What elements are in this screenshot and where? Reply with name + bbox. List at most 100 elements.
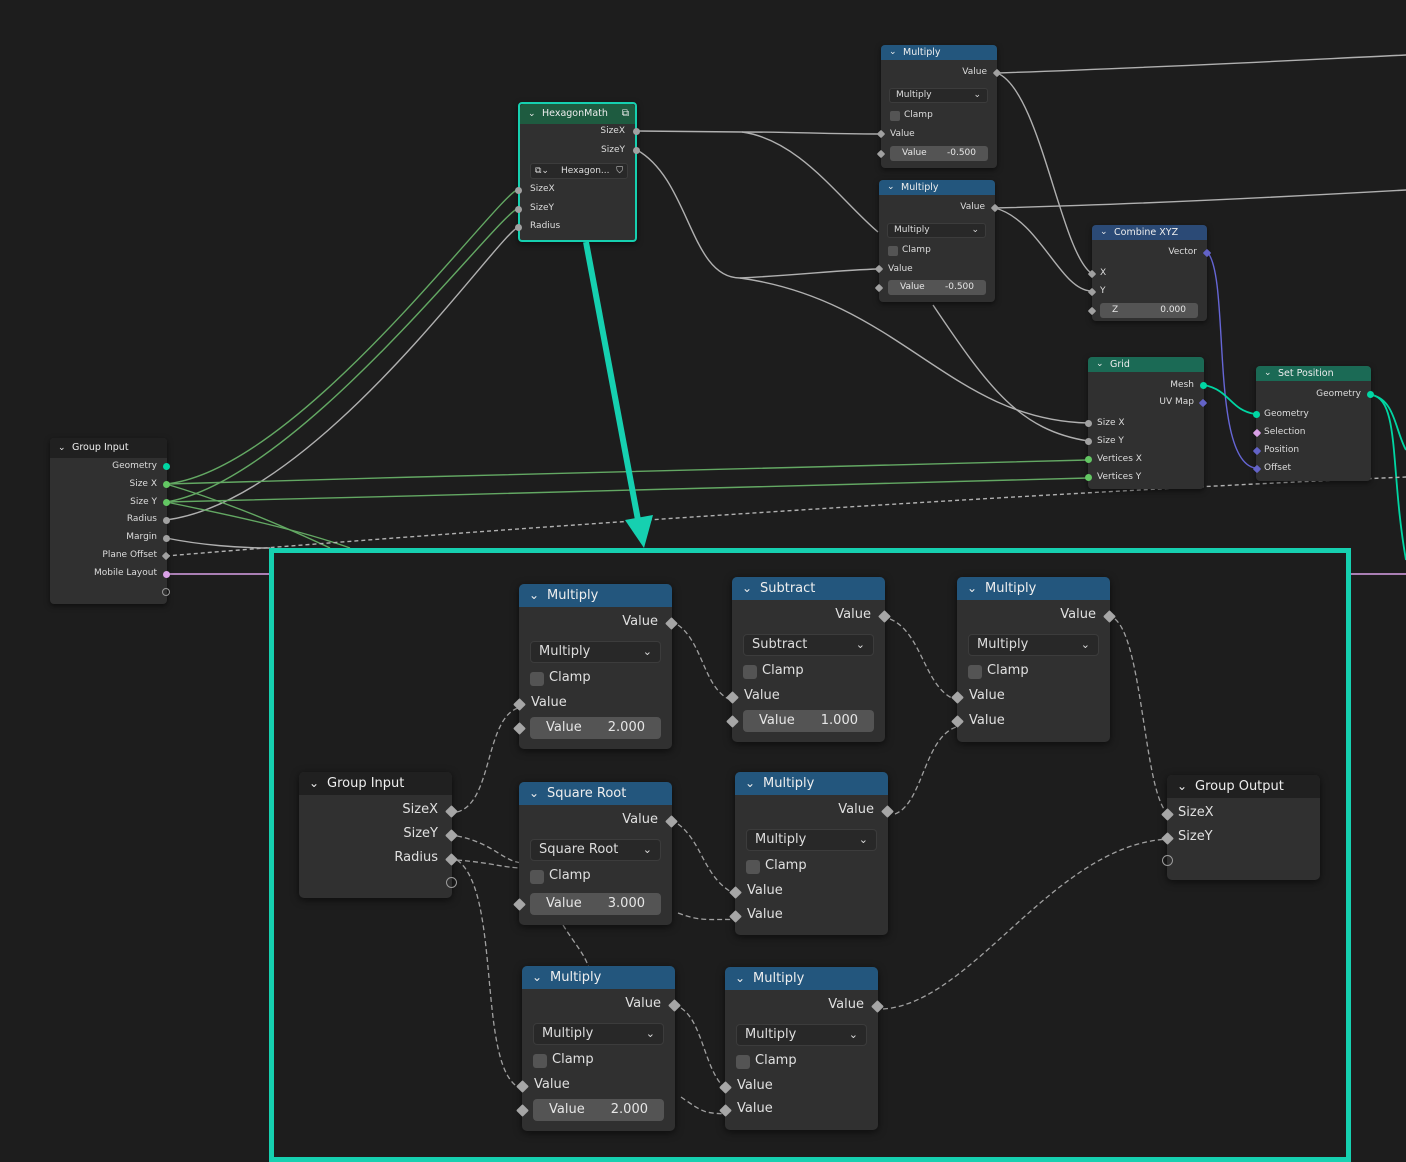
output-socket[interactable] xyxy=(163,463,170,470)
chevron-down-icon[interactable]: ⌄ xyxy=(742,577,752,600)
node-header[interactable]: ⌄ Combine XYZ xyxy=(1092,225,1207,240)
output-socket[interactable] xyxy=(163,571,170,578)
value-field[interactable]: Value 2.000 xyxy=(533,1099,664,1121)
inset-node-group-input[interactable]: ⌄ Group Input SizeX SizeY Radius xyxy=(299,772,458,898)
chevron-down-icon[interactable]: ⌄ xyxy=(58,438,66,458)
inset-node-subtract[interactable]: ⌄ Subtract Value Subtract ⌄ Clamp Value Va… xyxy=(726,577,891,742)
value-field[interactable]: Value -0.500 xyxy=(888,280,986,295)
inset-node-multiply-2[interactable]: ⌄ Multiply Value Multiply ⌄ Clamp Value Va… xyxy=(951,577,1116,742)
output-socket[interactable] xyxy=(163,535,170,542)
empty-socket[interactable] xyxy=(446,877,457,888)
inset-node-multiply-4[interactable]: ⌄ Multiply Value Multiply ⌄ Clamp Value Va… xyxy=(516,966,681,1131)
node-header[interactable]: ⌄ Square Root xyxy=(519,782,672,805)
node-header[interactable]: ⌄ Multiply xyxy=(881,45,997,60)
clamp-checkbox[interactable] xyxy=(888,246,898,256)
operation-dropdown[interactable]: Square Root ⌄ xyxy=(530,839,661,861)
node-header[interactable]: ⌄ Grid xyxy=(1088,357,1204,372)
output-socket[interactable] xyxy=(633,147,640,154)
input-socket[interactable] xyxy=(1085,438,1092,445)
inset-node-multiply-1[interactable]: ⌄ Multiply Value Multiply ⌄ Clamp Value Va… xyxy=(513,584,678,749)
value-field[interactable]: Value 2.000 xyxy=(530,717,661,739)
socket-label: Value xyxy=(747,907,783,922)
clamp-checkbox[interactable] xyxy=(530,870,544,884)
node-header[interactable]: ⌄ Subtract xyxy=(732,577,885,600)
chevron-down-icon[interactable]: ⌄ xyxy=(529,584,539,607)
operation-dropdown[interactable]: Multiply ⌄ xyxy=(736,1024,867,1046)
node-header[interactable]: ⌄ Multiply xyxy=(879,180,995,195)
chevron-down-icon[interactable]: ⌄ xyxy=(967,577,977,600)
value-field[interactable]: Value -0.500 xyxy=(890,146,988,161)
node-header[interactable]: ⌄ Set Position xyxy=(1256,366,1371,381)
operation-dropdown[interactable]: Multiply ⌄ xyxy=(968,634,1099,656)
node-grid[interactable]: ⌄ Grid Mesh UV Map Size X Size Y Vertices… xyxy=(1085,357,1208,489)
node-multiply-mid[interactable]: ⌄ Multiply Value Multiply ⌄ Clamp Value Va… xyxy=(874,180,1000,302)
output-socket[interactable] xyxy=(163,517,170,524)
node-header[interactable]: ⌄ Multiply xyxy=(725,967,878,990)
node-header[interactable]: ⌄ HexagonMath ⧉ xyxy=(520,104,635,124)
node-multiply-top[interactable]: ⌄ Multiply Value Multiply ⌄ Clamp Value Va… xyxy=(876,45,1002,168)
socket-label: Radius xyxy=(126,514,157,524)
input-socket[interactable] xyxy=(1085,456,1092,463)
clamp-checkbox[interactable] xyxy=(968,665,982,679)
z-field[interactable]: Z 0.000 xyxy=(1100,303,1198,318)
empty-socket[interactable] xyxy=(1162,855,1173,866)
node-header[interactable]: ⌄ Group Input xyxy=(50,438,167,458)
operation-dropdown[interactable]: Multiply ⌄ xyxy=(533,1023,664,1045)
clamp-checkbox[interactable] xyxy=(746,860,760,874)
clamp-checkbox[interactable] xyxy=(736,1055,750,1069)
chevron-down-icon[interactable]: ⌄ xyxy=(309,772,319,795)
chevron-down-icon[interactable]: ⌄ xyxy=(532,966,542,989)
input-socket[interactable] xyxy=(515,206,522,213)
chevron-down-icon[interactable]: ⌄ xyxy=(528,104,536,124)
input-socket[interactable] xyxy=(515,187,522,194)
node-group-input[interactable]: ⌄ Group Input Geometry Size X Size Y Radi… xyxy=(50,438,171,604)
value-field[interactable]: Value 1.000 xyxy=(743,710,874,732)
field-value: 3.000 xyxy=(607,896,645,911)
chevron-down-icon[interactable]: ⌄ xyxy=(735,967,745,990)
chevron-down-icon[interactable]: ⌄ xyxy=(1264,366,1272,381)
chevron-down-icon[interactable]: ⌄ xyxy=(1100,225,1108,240)
output-socket[interactable] xyxy=(163,481,170,488)
node-header[interactable]: ⌄ Multiply xyxy=(519,584,672,607)
inset-node-multiply-5[interactable]: ⌄ Multiply Value Multiply ⌄ Clamp Value Va… xyxy=(719,967,884,1130)
value-field[interactable]: Value 3.000 xyxy=(530,893,661,915)
input-socket[interactable] xyxy=(515,224,522,231)
empty-socket[interactable] xyxy=(162,588,170,596)
inset-node-group-output[interactable]: ⌄ Group Output SizeX SizeY xyxy=(1161,775,1320,880)
operation-dropdown[interactable]: Multiply ⌄ xyxy=(887,223,986,238)
chevron-down-icon[interactable]: ⌄ xyxy=(529,782,539,805)
input-socket[interactable] xyxy=(1085,420,1092,427)
socket-label: Value xyxy=(962,67,987,77)
output-socket[interactable] xyxy=(163,499,170,506)
output-socket[interactable] xyxy=(1200,382,1207,389)
input-socket[interactable] xyxy=(1253,411,1260,418)
chevron-down-icon[interactable]: ⌄ xyxy=(745,772,755,795)
clamp-checkbox[interactable] xyxy=(890,111,900,121)
node-header[interactable]: ⌄ Multiply xyxy=(522,966,675,989)
clamp-checkbox[interactable] xyxy=(530,672,544,686)
operation-dropdown[interactable]: Subtract ⌄ xyxy=(743,634,874,656)
inset-node-multiply-3[interactable]: ⌄ Multiply Value Multiply ⌄ Clamp Value Va… xyxy=(729,772,894,935)
shield-icon[interactable]: ⛉ xyxy=(616,164,623,178)
clamp-checkbox[interactable] xyxy=(743,665,757,679)
clamp-checkbox[interactable] xyxy=(533,1054,547,1068)
operation-dropdown[interactable]: Multiply ⌄ xyxy=(889,88,988,103)
input-socket[interactable] xyxy=(1085,474,1092,481)
node-header[interactable]: ⌄ Multiply xyxy=(735,772,888,795)
output-socket[interactable] xyxy=(1367,391,1374,398)
datablock-selector[interactable]: ⧉⌄ Hexagon... ⛉ xyxy=(530,163,628,179)
node-header[interactable]: ⌄ Group Output xyxy=(1167,775,1320,798)
operation-dropdown[interactable]: Multiply ⌄ xyxy=(746,829,877,851)
node-hexagon-math[interactable]: ⌄ HexagonMath ⧉ SizeX SizeY ⧉⌄ Hexagon... ⛉… xyxy=(515,102,640,242)
output-socket[interactable] xyxy=(633,128,640,135)
chevron-down-icon[interactable]: ⌄ xyxy=(887,180,895,195)
chevron-down-icon[interactable]: ⌄ xyxy=(1177,775,1187,798)
node-header[interactable]: ⌄ Group Input xyxy=(299,772,452,795)
node-set-position[interactable]: ⌄ Set Position Geometry Geometry Selectio… xyxy=(1252,366,1374,481)
chevron-down-icon[interactable]: ⌄ xyxy=(889,45,897,60)
node-combine-xyz[interactable]: ⌄ Combine XYZ Vector X Y Z 0.000 xyxy=(1087,225,1212,321)
inset-node-square-root[interactable]: ⌄ Square Root Value Square Root ⌄ Clamp Va… xyxy=(513,782,678,925)
chevron-down-icon[interactable]: ⌄ xyxy=(1096,357,1104,372)
operation-dropdown[interactable]: Multiply ⌄ xyxy=(530,641,661,663)
node-header[interactable]: ⌄ Multiply xyxy=(957,577,1110,600)
